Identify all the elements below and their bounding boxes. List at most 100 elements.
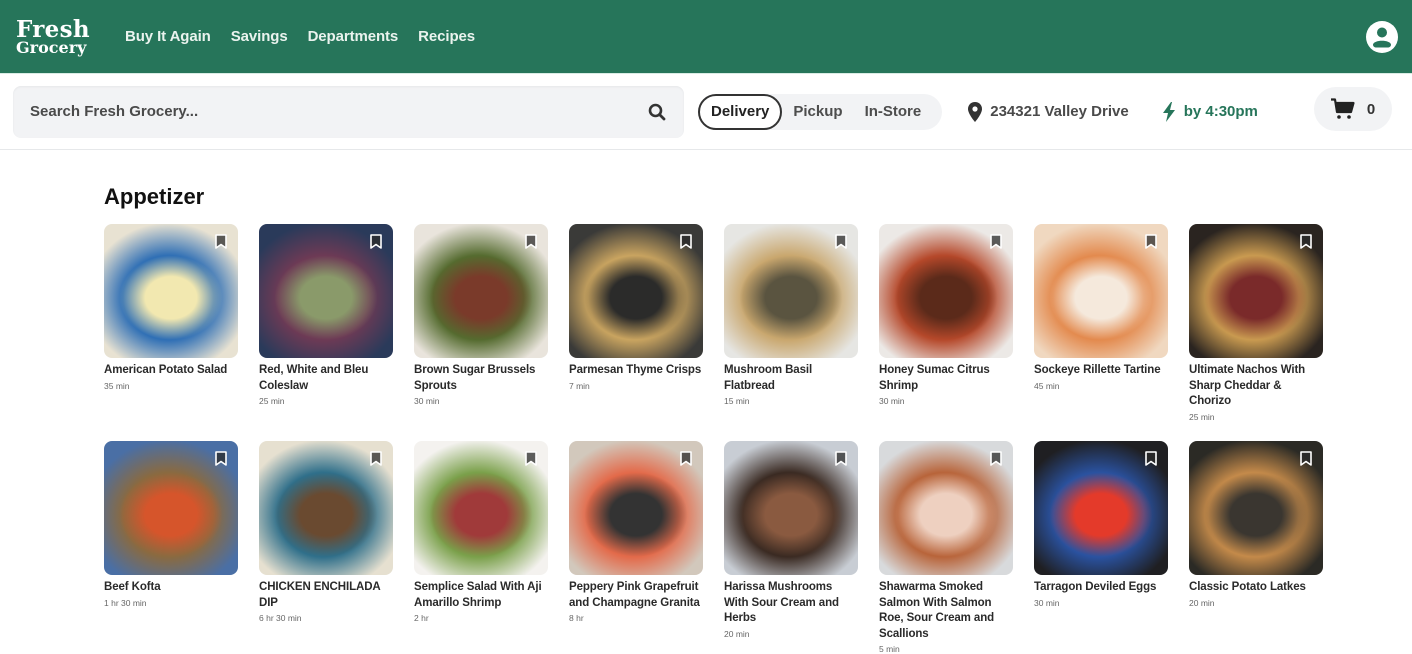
bookmark-icon[interactable] [370, 451, 382, 466]
main-nav: Buy It Again Savings Departments Recipes [125, 28, 475, 45]
recipe-card[interactable]: Shawarma Smoked Salmon With Salmon Roe, … [879, 441, 1013, 654]
recipe-name[interactable]: American Potato Salad [104, 363, 238, 379]
recipe-card[interactable]: American Potato Salad 35 min [104, 224, 238, 441]
recipe-name[interactable]: Mushroom Basil Flatbread [724, 363, 858, 394]
recipe-name[interactable]: Ultimate Nachos With Sharp Cheddar & Cho… [1189, 363, 1323, 410]
cart-button[interactable]: 0 [1314, 87, 1392, 131]
recipe-card[interactable]: Sockeye Rillette Tartine 45 min [1034, 224, 1168, 441]
recipe-card[interactable]: Honey Sumac Citrus Shrimp 30 min [879, 224, 1013, 441]
mode-in-store[interactable]: In-Store [854, 94, 933, 130]
bookmark-icon[interactable] [215, 234, 227, 249]
recipe-image[interactable] [414, 441, 548, 575]
recipe-image[interactable] [259, 441, 393, 575]
search-icon[interactable] [648, 103, 666, 121]
lightning-bolt-icon [1162, 101, 1175, 122]
bookmark-icon[interactable] [215, 451, 227, 466]
recipe-image[interactable] [1034, 224, 1168, 358]
recipe-name[interactable]: Sockeye Rillette Tartine [1034, 363, 1168, 379]
recipe-image[interactable] [1189, 441, 1323, 575]
bookmark-icon[interactable] [835, 234, 847, 249]
bookmark-icon[interactable] [680, 451, 692, 466]
recipe-image[interactable] [104, 224, 238, 358]
recipe-name[interactable]: Tarragon Deviled Eggs [1034, 580, 1168, 596]
recipe-time: 25 min [259, 396, 285, 406]
section-title: Appetizer [104, 184, 205, 209]
recipe-time: 7 min [569, 380, 590, 391]
nav-recipes[interactable]: Recipes [418, 28, 475, 45]
recipe-image[interactable] [414, 224, 548, 358]
bookmark-icon[interactable] [990, 234, 1002, 249]
bookmark-icon[interactable] [680, 234, 692, 249]
recipe-name[interactable]: Classic Potato Latkes [1189, 580, 1323, 596]
delivery-address[interactable]: 234321 Valley Drive [968, 101, 1129, 122]
recipe-image[interactable] [724, 224, 858, 358]
recipe-name[interactable]: Honey Sumac Citrus Shrimp [879, 363, 1013, 394]
cart-count: 0 [1366, 100, 1376, 118]
recipe-image[interactable] [259, 224, 393, 358]
recipes-content: Appetizer American Potato Salad 35 min Red… [0, 150, 1412, 654]
recipe-card[interactable]: Semplice Salad With Aji Amarillo Shrimp 2… [414, 441, 548, 654]
recipe-image[interactable] [569, 224, 703, 358]
nav-savings[interactable]: Savings [231, 28, 288, 45]
bookmark-icon[interactable] [835, 451, 847, 466]
search-input[interactable] [30, 103, 590, 120]
bookmark-icon[interactable] [370, 234, 382, 249]
recipe-image[interactable] [569, 441, 703, 575]
recipe-name[interactable]: Harissa Mushrooms With Sour Cream and He… [724, 580, 858, 627]
bookmark-icon[interactable] [1300, 234, 1312, 249]
top-navigation-bar: Fresh Grocery Buy It Again Savings Depar… [0, 0, 1412, 74]
recipe-name[interactable]: Red, White and Bleu Coleslaw [259, 363, 393, 394]
recipe-name[interactable]: Peppery Pink Grapefruit and Champagne Gr… [569, 580, 703, 611]
recipe-image[interactable] [879, 441, 1013, 575]
recipe-card[interactable]: Beef Kofta 1 hr 30 min [104, 441, 238, 654]
recipe-time: 8 hr [569, 613, 584, 623]
recipe-name[interactable]: Beef Kofta [104, 580, 238, 596]
recipe-image[interactable] [1034, 441, 1168, 575]
bookmark-icon[interactable] [1145, 234, 1157, 249]
recipe-time: 35 min [104, 380, 130, 391]
bookmark-icon[interactable] [1300, 451, 1312, 466]
delivery-eta: by 4:30pm [1162, 101, 1258, 122]
recipe-card[interactable]: Ultimate Nachos With Sharp Cheddar & Cho… [1189, 224, 1323, 441]
recipe-time: 2 hr [414, 613, 429, 623]
search-box [13, 85, 684, 138]
bookmark-icon[interactable] [1145, 451, 1157, 466]
recipe-card[interactable]: CHICKEN ENCHILADA DIP 6 hr 30 min [259, 441, 393, 654]
recipe-name[interactable]: CHICKEN ENCHILADA DIP [259, 580, 393, 611]
eta-text: by 4:30pm [1183, 103, 1258, 120]
account-button[interactable] [1366, 21, 1398, 53]
recipe-card[interactable]: Classic Potato Latkes 20 min [1189, 441, 1323, 654]
recipe-card[interactable]: Parmesan Thyme Crisps 7 min [569, 224, 703, 441]
recipe-time: 15 min [724, 396, 750, 406]
bookmark-icon[interactable] [525, 451, 537, 466]
recipe-name[interactable]: Semplice Salad With Aji Amarillo Shrimp [414, 580, 548, 611]
recipe-image[interactable] [104, 441, 238, 575]
recipe-image[interactable] [1189, 224, 1323, 358]
bookmark-icon[interactable] [525, 234, 537, 249]
address-text: 234321 Valley Drive [990, 103, 1129, 120]
recipe-card[interactable]: Peppery Pink Grapefruit and Champagne Gr… [569, 441, 703, 654]
bookmark-icon[interactable] [990, 451, 1002, 466]
recipe-card[interactable]: Harissa Mushrooms With Sour Cream and He… [724, 441, 858, 654]
fresh-grocery-logo[interactable]: Fresh Grocery [16, 18, 126, 56]
recipe-grid: American Potato Salad 35 min Red, White an… [104, 224, 1412, 654]
recipe-time: 5 min [879, 644, 900, 654]
recipe-image[interactable] [724, 441, 858, 575]
fulfillment-mode-toggle: Delivery Pickup In-Store [698, 93, 943, 130]
recipe-name[interactable]: Parmesan Thyme Crisps [569, 363, 703, 379]
recipe-name[interactable]: Brown Sugar Brussels Sprouts [414, 363, 548, 394]
recipe-card[interactable]: Brown Sugar Brussels Sprouts 30 min [414, 224, 548, 441]
recipe-card[interactable]: Red, White and Bleu Coleslaw 25 min [259, 224, 393, 441]
mode-pickup[interactable]: Pickup [782, 94, 853, 130]
recipe-name[interactable]: Shawarma Smoked Salmon With Salmon Roe, … [879, 580, 1013, 642]
logo-line2: Grocery [16, 37, 87, 57]
recipe-time: 20 min [724, 628, 750, 639]
recipe-time: 25 min [1189, 411, 1215, 422]
recipe-card[interactable]: Tarragon Deviled Eggs 30 min [1034, 441, 1168, 654]
recipe-card[interactable]: Mushroom Basil Flatbread 15 min [724, 224, 858, 441]
nav-buy-it-again[interactable]: Buy It Again [125, 28, 211, 45]
mode-delivery[interactable]: Delivery [698, 93, 783, 130]
nav-departments[interactable]: Departments [308, 28, 399, 45]
recipe-time: 30 min [1034, 597, 1060, 608]
recipe-image[interactable] [879, 224, 1013, 358]
